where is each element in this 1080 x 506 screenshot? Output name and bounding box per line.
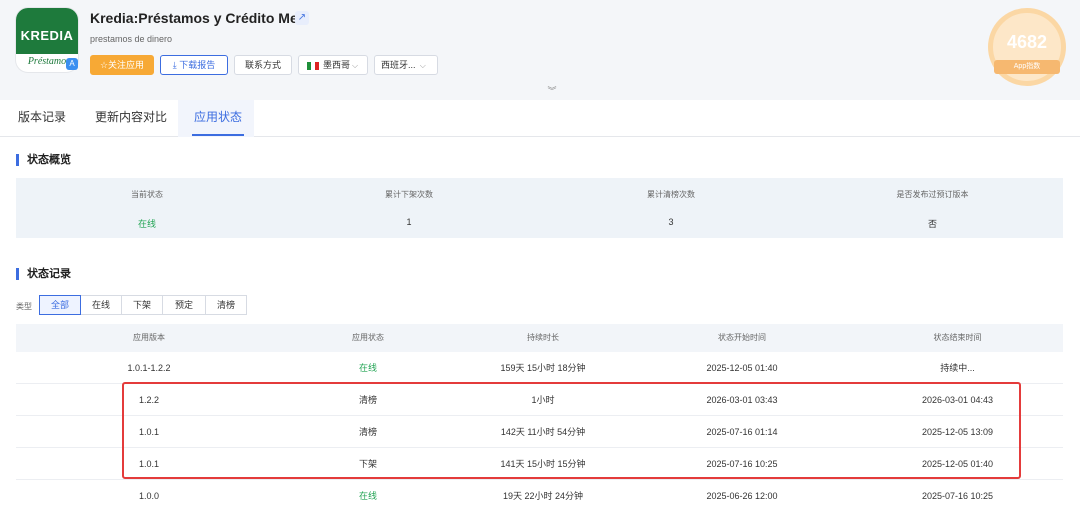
cell-duration: 1小时 (531, 395, 555, 405)
overview-preorder: 是否发布过预订版本 否 (802, 178, 1063, 238)
cell-version: 1.0.1 (138, 427, 160, 437)
cell-duration: 142天 11小时 54分钟 (500, 427, 586, 437)
app-subtitle: prestamos de dinero (90, 34, 173, 44)
follow-app-button[interactable]: ☆关注应用 (90, 55, 154, 75)
language-select-value: 西班牙... (381, 60, 416, 70)
table-row: 1.0.1 下架 141天 15小时 15分钟 2025-07-16 10:25… (16, 448, 1063, 480)
cell-start: 2025-12-05 01:40 (706, 363, 778, 373)
cell-end: 2025-12-05 13:09 (921, 427, 994, 437)
column-header-duration: 持续时长 (527, 333, 559, 342)
cell-end: 持续中... (940, 363, 975, 373)
contact-button[interactable]: 联系方式 (234, 55, 292, 75)
cell-start: 2025-07-16 01:14 (706, 427, 778, 437)
cell-end: 2025-07-16 10:25 (921, 491, 994, 501)
cell-duration: 141天 15小时 15分钟 (500, 459, 586, 469)
language-select[interactable]: 西班牙... ⌵ (374, 55, 438, 75)
cell-duration: 19天 22小时 24分钟 (502, 491, 584, 501)
logo-word: KREDIA (20, 28, 74, 43)
overview-clear-count: 累计清榜次数 3 (540, 178, 802, 238)
expand-chevron-icon[interactable]: ︾ (540, 84, 564, 98)
chevron-down-icon: ⌵ (417, 61, 426, 70)
cell-start: 2026-03-01 03:43 (706, 395, 778, 405)
overview-value: 在线 (137, 219, 156, 229)
column-header-end: 状态结束时间 (933, 333, 982, 342)
cell-status: 在线 (358, 491, 377, 501)
cell-duration: 159天 15小时 18分钟 (500, 363, 586, 373)
overview-value: 1 (406, 217, 412, 227)
status-type-filter: 全部 在线 下架 预定 清榜 (39, 295, 247, 315)
overview-label: 累计清榜次数 (647, 190, 695, 199)
column-header-start: 状态开始时间 (718, 333, 766, 342)
cell-end: 2025-12-05 01:40 (921, 459, 994, 469)
filter-chip-all[interactable]: 全部 (39, 295, 81, 315)
cell-status: 清榜 (358, 427, 377, 437)
overview-value: 否 (927, 219, 937, 229)
filter-chip-delisted[interactable]: 下架 (121, 295, 163, 315)
cell-status: 清榜 (358, 395, 377, 405)
overview-section-title: 状态概览 (16, 154, 71, 166)
app-store-icon: A (66, 58, 78, 70)
records-section-title: 状态记录 (16, 268, 71, 280)
column-header-version: 应用版本 (133, 333, 165, 342)
table-row: 1.0.1-1.2.2 在线 159天 15小时 18分钟 2025-12-05… (16, 352, 1063, 384)
overview-current-status: 当前状态 在线 (16, 178, 278, 238)
app-score-value: 4682 (1006, 32, 1048, 52)
filter-chip-preorder[interactable]: 预定 (162, 295, 206, 315)
column-header-status: 应用状态 (352, 333, 384, 342)
cell-status: 在线 (358, 363, 377, 373)
overview-label: 是否发布过预订版本 (896, 190, 969, 199)
tab-version-history[interactable]: 版本记录 (16, 100, 68, 136)
app-score-label: App指数 (994, 60, 1060, 74)
country-select-value: 墨西哥 (323, 60, 351, 70)
cell-start: 2025-07-16 10:25 (706, 459, 778, 469)
app-score-badge: 4682 App指数 (982, 8, 1072, 86)
filter-chip-cleared[interactable]: 清榜 (205, 295, 247, 315)
external-link-icon[interactable]: ↗ (295, 11, 309, 25)
tab-bar: 版本记录 更新内容对比 应用状态 (0, 100, 1080, 137)
download-report-button[interactable]: ⤓ 下载报告 (160, 55, 228, 75)
tab-update-compare[interactable]: 更新内容对比 (93, 100, 169, 136)
cell-end: 2026-03-01 04:43 (921, 395, 994, 405)
table-row: 1.0.0 在线 19天 22小时 24分钟 2025-06-26 12:00 … (16, 480, 1063, 506)
app-header: KREDIA Préstamo A Kredia:Préstamos y Cré… (0, 0, 1080, 100)
country-select[interactable]: 墨西哥 ⌵ (298, 55, 368, 75)
overview-label: 当前状态 (131, 190, 163, 199)
status-overview-panel: 当前状态 在线 累计下架次数 1 累计清榜次数 3 是否发布过预订版本 否 (16, 178, 1063, 238)
cell-version: 1.0.1 (138, 459, 160, 469)
mexico-flag-icon (307, 61, 319, 70)
chevron-down-icon: ⌵ (352, 61, 359, 70)
overview-value: 3 (668, 217, 674, 227)
cell-version: 1.2.2 (138, 395, 160, 405)
table-row: 1.0.1 清榜 142天 11小时 54分钟 2025-07-16 01:14… (16, 416, 1063, 448)
overview-label: 累计下架次数 (385, 190, 433, 199)
cell-status: 下架 (358, 459, 377, 469)
cell-start: 2025-06-26 12:00 (706, 491, 778, 501)
tab-app-status[interactable]: 应用状态 (192, 100, 245, 136)
table-header: 应用版本 应用状态 持续时长 状态开始时间 状态结束时间 (16, 324, 1063, 352)
table-row: 1.2.2 清榜 1小时 2026-03-01 03:43 2026-03-01… (16, 384, 1063, 416)
app-title: Kredia:Préstamos y Crédito Mex (90, 10, 306, 26)
cell-version: 1.0.0 (138, 491, 160, 501)
overview-delist-count: 累计下架次数 1 (278, 178, 540, 238)
filter-type-label: 类型 (16, 302, 32, 311)
filter-chip-online[interactable]: 在线 (80, 295, 122, 315)
cell-version: 1.0.1-1.2.2 (127, 363, 171, 373)
